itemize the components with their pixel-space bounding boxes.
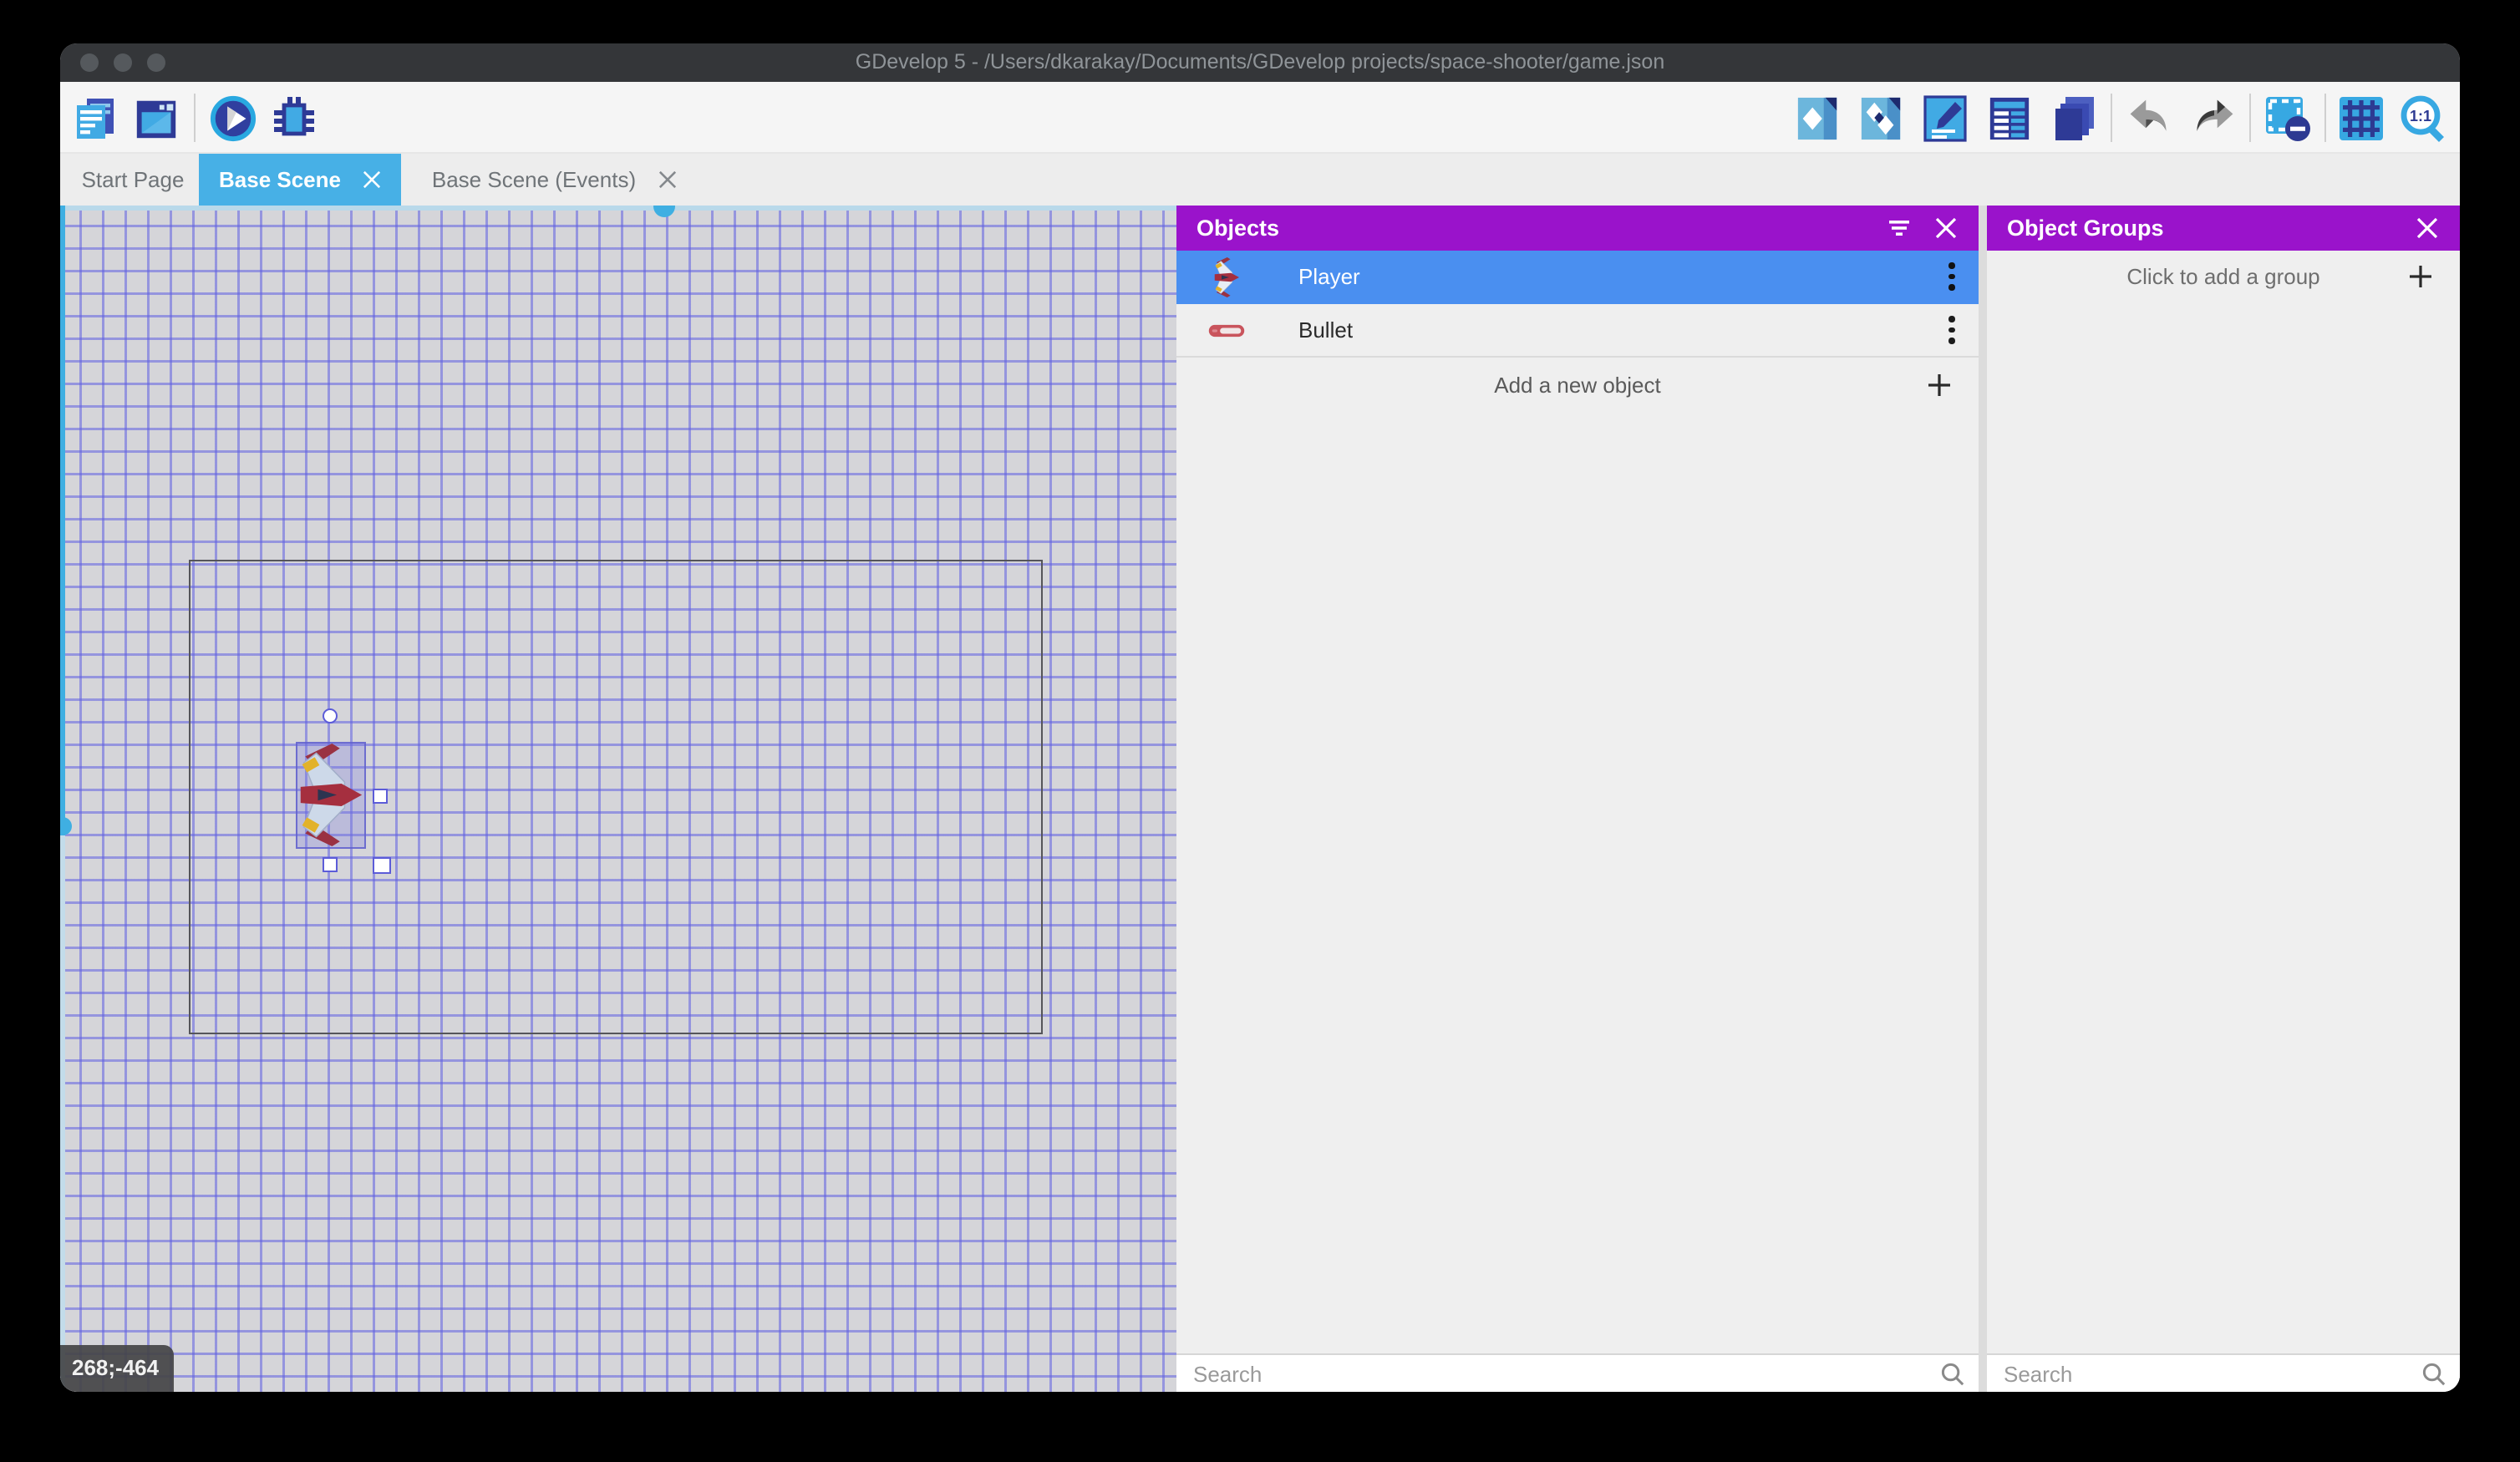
editor-tabs: Start Page Base Scene Base Scene (Events… [60,154,2460,206]
layers-icon[interactable] [2050,94,2097,144]
objects-panel: Objects [1176,206,1979,1392]
objects-panel-header: Objects [1176,206,1979,251]
object-row-player[interactable]: Player [1176,251,1979,304]
tab-label: Base Scene [219,167,341,192]
main-toolbar: 1:1 [60,82,2460,154]
cursor-coordinates: 268;-464 [60,1345,174,1392]
spaceship-sprite [297,744,363,846]
object-groups-editor-icon[interactable] [1858,94,1903,144]
groups-search-input[interactable] [1987,1355,2460,1392]
project-manager-icon[interactable] [70,94,120,144]
debug-icon[interactable] [269,94,319,144]
toolbar-separator [2111,94,2112,142]
close-panel-icon[interactable] [2415,216,2440,241]
toggle-instances-mask-icon[interactable] [2263,94,2313,144]
start-page-icon[interactable] [132,94,180,144]
horizontal-scrollbar[interactable] [60,206,1176,210]
add-object-label: Add a new object [1494,373,1660,398]
screen: GDevelop 5 - /Users/dkarakay/Documents/G… [0,0,2520,1462]
resize-handle-right[interactable] [373,789,388,804]
redo-icon[interactable] [2191,94,2238,144]
search-icon [1940,1362,1965,1387]
objects-search-input[interactable] [1176,1355,1979,1392]
panel-divider [1979,206,1987,1392]
object-groups-panel-header: Object Groups [1987,206,2460,251]
tab-start-page[interactable]: Start Page [67,154,199,206]
object-groups-panel-title: Object Groups [2007,206,2164,251]
object-row-bullet[interactable]: Bullet [1176,304,1979,358]
object-menu-icon[interactable] [1948,262,1955,292]
plus-icon [1927,373,1952,398]
vertical-scroll-thumb[interactable] [60,817,72,835]
tab-base-scene[interactable]: Base Scene [199,154,401,206]
bullet-thumbnail-icon [1208,322,1245,339]
search-icon [2421,1362,2446,1387]
spaceship-thumbnail-icon [1208,257,1245,297]
objects-editor-icon[interactable] [1795,94,1840,144]
object-name: Bullet [1298,304,1353,358]
gdevelop-window: GDevelop 5 - /Users/dkarakay/Documents/G… [60,43,2460,1392]
editor-content: 268;-464 Objects [60,206,2460,1392]
object-name: Player [1298,251,1360,304]
object-menu-icon[interactable] [1948,316,1955,346]
tab-label: Start Page [82,167,185,192]
groups-search-bar [1987,1353,2460,1392]
toolbar-separator [2249,94,2251,142]
plus-icon [2408,264,2433,289]
objects-panel-title: Objects [1196,206,1279,251]
toolbar-separator [194,94,196,142]
object-groups-panel: Object Groups Click to add a group [1987,206,2460,1392]
vertical-scrollbar-line [60,206,64,835]
objects-search-bar [1176,1353,1979,1392]
resize-handle-corner[interactable] [373,857,391,874]
add-object-button[interactable]: Add a new object [1176,359,1979,413]
resize-handle-bottom[interactable] [323,857,338,872]
rotation-handle[interactable] [323,708,338,723]
toolbar-separator [2324,94,2326,142]
undo-icon[interactable] [2126,94,2172,144]
close-panel-icon[interactable] [1933,216,1959,241]
add-group-label: Click to add a group [2126,264,2319,289]
add-group-button[interactable]: Click to add a group [1987,251,2460,304]
selected-instance-player[interactable] [296,742,365,848]
title-bar: GDevelop 5 - /Users/dkarakay/Documents/G… [60,43,2460,82]
close-tab-icon[interactable] [363,170,381,189]
close-tab-icon[interactable] [658,170,676,189]
horizontal-scroll-thumb[interactable] [653,206,675,216]
scene-canvas[interactable]: 268;-464 [60,206,1176,1392]
tab-base-scene-events[interactable]: Base Scene (Events) [401,154,707,206]
toggle-grid-icon[interactable] [2336,94,2386,144]
instances-list-icon[interactable] [1987,94,2032,144]
tab-label: Base Scene (Events) [432,167,636,192]
window-title: GDevelop 5 - /Users/dkarakay/Documents/G… [60,43,2460,82]
play-icon[interactable] [209,94,257,144]
svg-text:1:1: 1:1 [2410,108,2431,124]
zoom-original-icon[interactable]: 1:1 [2398,94,2450,144]
properties-icon[interactable] [1922,94,1969,144]
filter-icon[interactable] [1887,216,1912,241]
